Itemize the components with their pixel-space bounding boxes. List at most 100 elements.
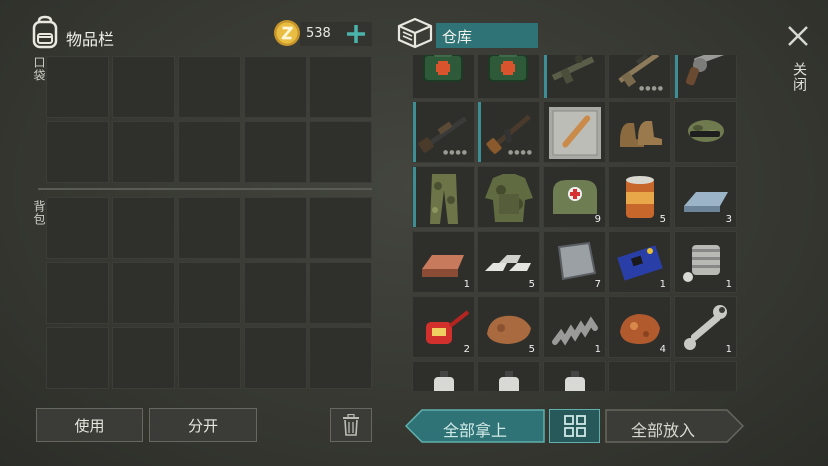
put-all-label: 全部放入	[631, 421, 696, 440]
first-aid-kit-icon	[423, 55, 463, 82]
item-quantity: 1	[659, 279, 666, 290]
inventory-slot[interactable]	[112, 56, 175, 118]
inventory-slot[interactable]	[244, 121, 307, 183]
inventory-slot[interactable]	[46, 56, 109, 118]
storage-scroll-area[interactable]: ●●●● ●●●● ●●●● 9 5 3 1 5 7 1 1 2 5 1 4 1	[410, 55, 740, 391]
item-quantity: 5	[659, 214, 666, 225]
inventory-slot[interactable]	[309, 197, 372, 259]
spray-can-red-icon	[499, 371, 519, 391]
inventory-slot[interactable]	[178, 262, 241, 324]
inventory-slot[interactable]	[178, 197, 241, 259]
camo-pants-icon	[430, 174, 458, 224]
inventory-slot[interactable]	[244, 262, 307, 324]
storage-slot[interactable]: 1	[674, 296, 737, 358]
storage-slot[interactable]: ●●●●	[608, 55, 671, 99]
inventory-slot[interactable]	[244, 56, 307, 118]
storage-box-icon	[397, 17, 433, 49]
storage-slot[interactable]	[543, 55, 606, 99]
item-quantity: 1	[725, 344, 732, 355]
storage-tab[interactable]: 仓库	[436, 23, 538, 48]
durability-dots: ●●●●	[508, 149, 533, 156]
storage-slot[interactable]: 1	[412, 231, 475, 293]
storage-slot[interactable]: 3	[674, 166, 737, 228]
inventory-slot[interactable]	[46, 262, 109, 324]
revolver-icon	[686, 55, 726, 86]
coin-amount: 538	[306, 26, 331, 41]
grid-icon	[564, 415, 586, 437]
storage-slot[interactable]	[412, 361, 475, 391]
inventory-title: 物品栏	[66, 30, 115, 49]
storage-slot[interactable]	[674, 55, 737, 99]
storage-slot[interactable]: ●●●●	[477, 101, 540, 163]
inventory-slot[interactable]	[46, 121, 109, 183]
storage-slot[interactable]	[477, 166, 540, 228]
storage-slot[interactable]	[608, 101, 671, 163]
item-quantity: 1	[463, 279, 470, 290]
storage-slot[interactable]: 7	[543, 231, 606, 293]
storage-slot[interactable]: 4	[608, 296, 671, 358]
item-quantity: 4	[659, 344, 666, 355]
item-quantity: 9	[594, 214, 601, 225]
spray-can-red-icon	[434, 371, 454, 391]
storage-slot[interactable]	[543, 101, 606, 163]
storage-slot[interactable]	[608, 361, 671, 391]
use-button[interactable]: 使用	[36, 408, 143, 442]
coin-icon	[273, 19, 301, 47]
sort-grid-button[interactable]	[549, 409, 600, 443]
storage-slot[interactable]: 1	[674, 231, 737, 293]
inventory-slot[interactable]	[46, 327, 109, 389]
storage-slot[interactable]	[477, 361, 540, 391]
inventory-slot[interactable]	[244, 327, 307, 389]
put-all-button[interactable]: 全部放入	[605, 409, 745, 443]
item-quantity: 7	[594, 279, 601, 290]
trash-icon	[343, 414, 359, 436]
storage-title: 仓库	[442, 28, 473, 46]
storage-slot[interactable]: 9	[543, 166, 606, 228]
inventory-slot[interactable]	[112, 262, 175, 324]
inventory-slot[interactable]	[112, 121, 175, 183]
durability-dots: ●●●●	[639, 85, 664, 92]
item-quantity: 1	[594, 344, 601, 355]
camo-cap-icon	[688, 120, 724, 142]
rifle-icon	[551, 55, 595, 85]
spray-can-yellow-icon	[565, 371, 585, 391]
inventory-slot[interactable]	[309, 262, 372, 324]
plus-icon	[347, 25, 365, 43]
close-button[interactable]	[785, 23, 811, 49]
add-coins-button[interactable]	[345, 23, 367, 45]
storage-slot[interactable]	[412, 166, 475, 228]
inventory-slot[interactable]	[309, 56, 372, 118]
storage-slot[interactable]	[674, 361, 737, 391]
close-label[interactable]: 关闭	[789, 62, 809, 92]
storage-slot[interactable]: 5	[477, 231, 540, 293]
storage-slot[interactable]	[543, 361, 606, 391]
storage-slot[interactable]: ●●●●	[412, 101, 475, 163]
first-aid-kit-icon	[488, 55, 528, 82]
storage-slot[interactable]	[477, 55, 540, 99]
inventory-slot[interactable]	[309, 327, 372, 389]
inventory-slot[interactable]	[112, 327, 175, 389]
take-all-label: 全部拿上	[443, 421, 508, 440]
inventory-slot[interactable]	[244, 197, 307, 259]
item-quantity: 5	[528, 344, 535, 355]
storage-slot[interactable]: 5	[608, 166, 671, 228]
inventory-slot[interactable]	[178, 121, 241, 183]
split-button[interactable]: 分开	[149, 408, 257, 442]
sniper-rifle-icon	[618, 55, 659, 88]
inventory-slot[interactable]	[178, 56, 241, 118]
storage-slot[interactable]: 2	[412, 296, 475, 358]
storage-slot[interactable]: 5	[477, 296, 540, 358]
storage-slot[interactable]	[412, 55, 475, 99]
inventory-slot[interactable]	[178, 327, 241, 389]
item-quantity: 5	[528, 279, 535, 290]
item-quantity: 1	[725, 279, 732, 290]
take-all-button[interactable]: 全部拿上	[405, 409, 545, 443]
storage-slot[interactable]	[674, 101, 737, 163]
inventory-slot[interactable]	[46, 197, 109, 259]
inventory-slot[interactable]	[309, 121, 372, 183]
durability-dots: ●●●●	[443, 149, 468, 156]
storage-slot[interactable]: 1	[608, 231, 671, 293]
inventory-slot[interactable]	[112, 197, 175, 259]
delete-button[interactable]	[330, 408, 372, 442]
storage-slot[interactable]: 1	[543, 296, 606, 358]
